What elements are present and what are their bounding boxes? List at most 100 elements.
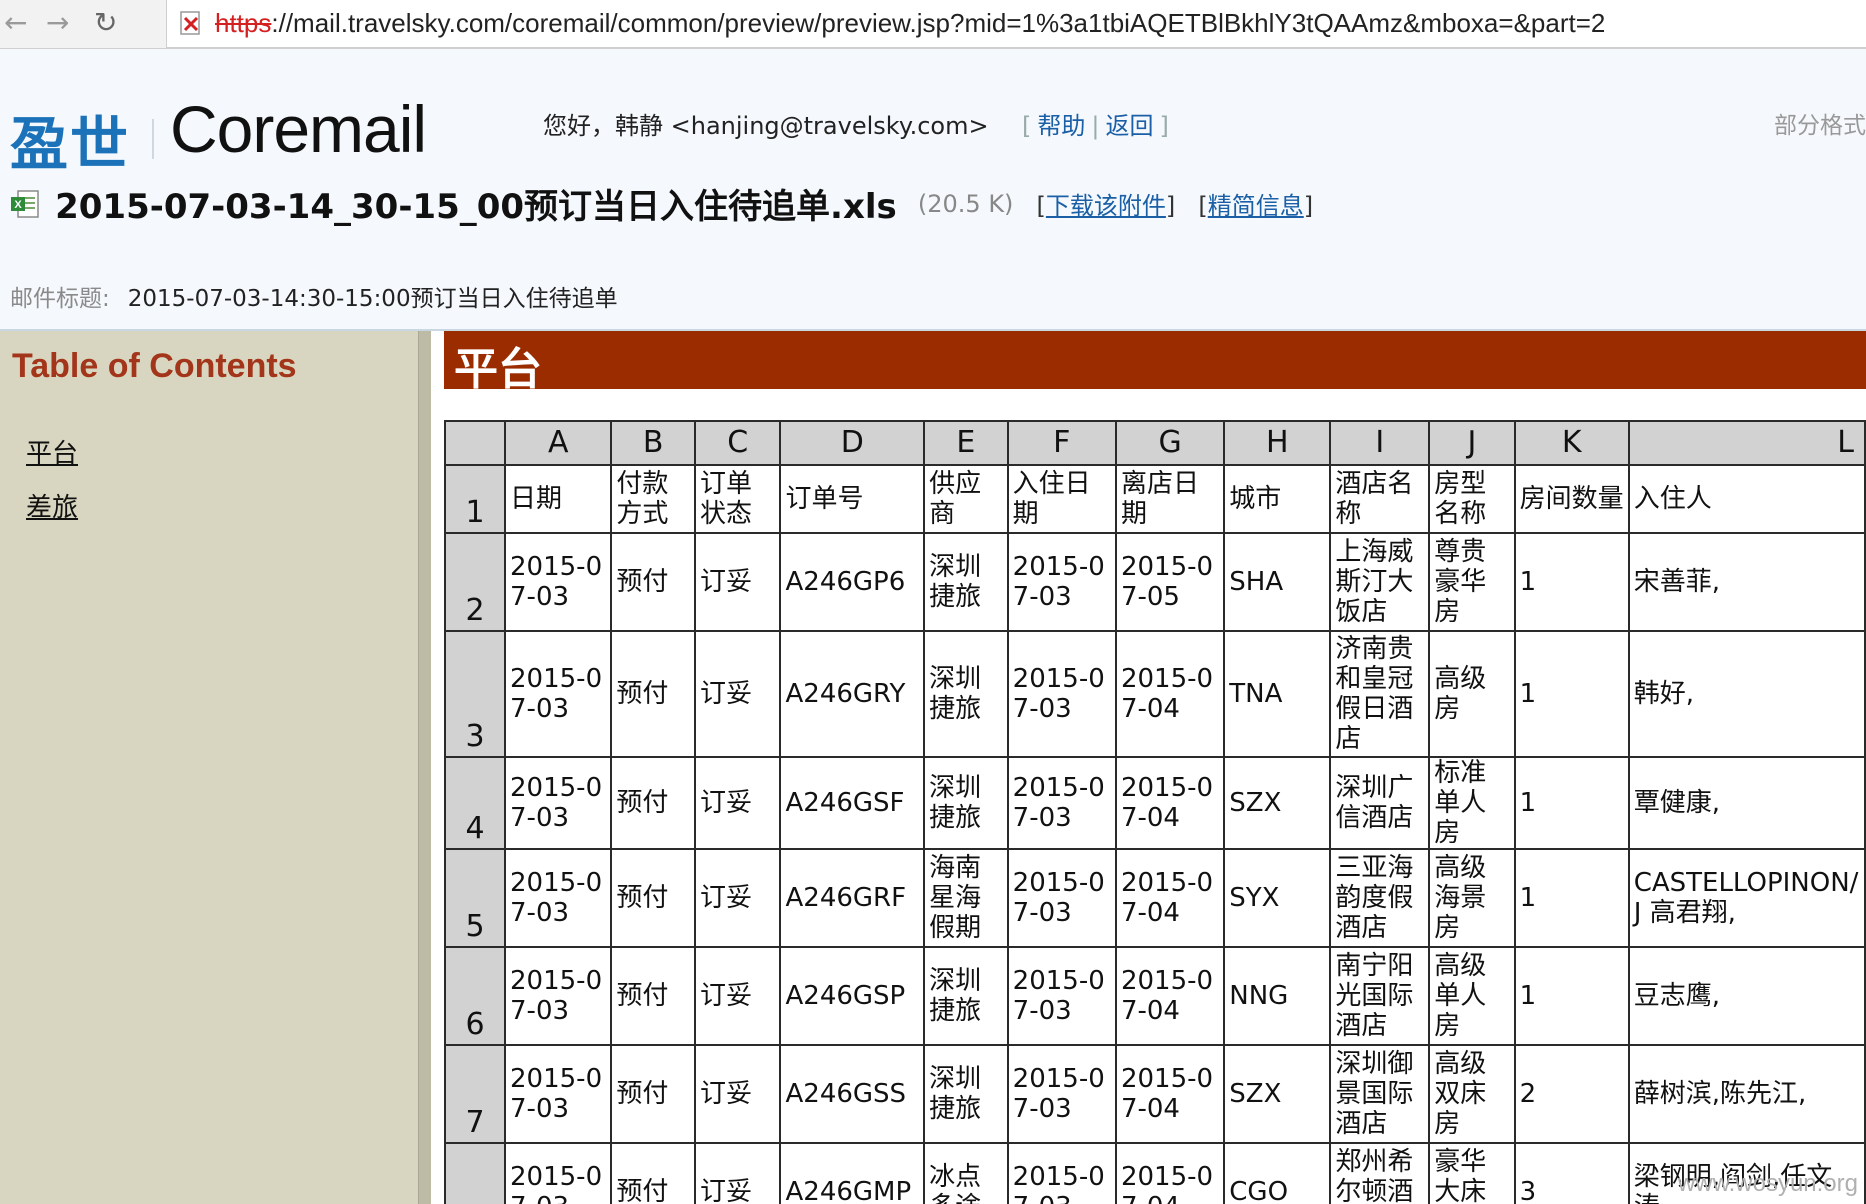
table-cell[interactable]: 郑州希尔顿酒店: [1329, 1142, 1431, 1204]
table-cell[interactable]: 2015-07-03: [1006, 946, 1117, 1046]
table-cell[interactable]: 2015-07-03: [1006, 532, 1117, 632]
table-cell[interactable]: 海南星海假期: [923, 848, 1009, 948]
back-icon[interactable]: ←: [4, 6, 27, 39]
table-cell[interactable]: 2015-07-03: [504, 1142, 613, 1204]
table-cell[interactable]: 2015-07-04: [1114, 848, 1226, 948]
table-cell[interactable]: CASTELLOPINON/J 高君翔,: [1627, 848, 1866, 948]
table-cell[interactable]: 预付: [610, 848, 696, 948]
table-cell[interactable]: A246GSP: [779, 946, 926, 1046]
table-cell[interactable]: 深圳捷旅: [923, 1044, 1009, 1144]
table-cell[interactable]: 2015-07-04: [1114, 756, 1226, 850]
table-cell[interactable]: 豆志鹰,: [1627, 946, 1866, 1046]
table-cell[interactable]: 2015-07-03: [1006, 630, 1117, 758]
table-cell[interactable]: SYX: [1223, 848, 1332, 948]
table-cell[interactable]: 高级双床房: [1428, 1044, 1516, 1144]
table-cell[interactable]: 订妥: [693, 756, 782, 850]
table-cell[interactable]: A246GSF: [779, 756, 926, 850]
table-cell[interactable]: 预付: [610, 756, 696, 850]
table-cell[interactable]: SZX: [1223, 756, 1332, 850]
table-cell[interactable]: 入住日期: [1006, 464, 1117, 534]
table-cell[interactable]: 高级海景房: [1428, 848, 1516, 948]
table-cell[interactable]: 订妥: [693, 630, 782, 758]
table-cell[interactable]: A246GRY: [779, 630, 926, 758]
table-cell[interactable]: 2015-07-03: [504, 946, 613, 1046]
table-cell[interactable]: 酒店名称: [1329, 464, 1431, 534]
table-cell[interactable]: 2015-07-05: [1114, 532, 1226, 632]
table-cell[interactable]: 1: [1513, 630, 1630, 758]
table-cell[interactable]: 冰点多途: [923, 1142, 1009, 1204]
table-cell[interactable]: 2015-07-03: [504, 1044, 613, 1144]
table-cell[interactable]: 2015-07-03: [1006, 756, 1117, 850]
forward-icon[interactable]: →: [46, 6, 69, 39]
table-cell[interactable]: 入住人: [1627, 464, 1866, 534]
table-cell[interactable]: 深圳广信酒店: [1329, 756, 1431, 850]
table-cell[interactable]: 离店日期: [1114, 464, 1226, 534]
address-bar[interactable]: https://mail.travelsky.com/coremail/comm…: [166, 0, 1866, 48]
table-cell[interactable]: 2: [1513, 1044, 1630, 1144]
table-cell[interactable]: 尊贵豪华房: [1428, 532, 1516, 632]
table-cell[interactable]: CGO: [1223, 1142, 1332, 1204]
table-cell[interactable]: 薛树滨,陈先江,: [1627, 1044, 1866, 1144]
table-cell[interactable]: 1: [1513, 848, 1630, 948]
table-cell[interactable]: 深圳御景国际酒店: [1329, 1044, 1431, 1144]
table-cell[interactable]: 预付: [610, 946, 696, 1046]
table-cell[interactable]: 城市: [1223, 464, 1332, 534]
table-cell[interactable]: 宋善菲,: [1627, 532, 1866, 632]
table-cell[interactable]: 1: [1513, 946, 1630, 1046]
table-cell[interactable]: 南宁阳光国际酒店: [1329, 946, 1431, 1046]
table-cell[interactable]: 付款方式: [610, 464, 696, 534]
table-cell[interactable]: 预付: [610, 630, 696, 758]
table-cell[interactable]: SZX: [1223, 1044, 1332, 1144]
table-cell[interactable]: 1: [1513, 756, 1630, 850]
download-attachment-link[interactable]: 下载该附件: [1046, 192, 1166, 220]
table-cell[interactable]: 1: [1513, 532, 1630, 632]
reload-icon[interactable]: ↻: [94, 6, 117, 39]
table-cell[interactable]: A246GRF: [779, 848, 926, 948]
brief-info-link[interactable]: 精简信息: [1208, 192, 1304, 220]
table-cell[interactable]: 三亚海韵度假酒店: [1329, 848, 1431, 948]
toc-splitter[interactable]: [418, 331, 431, 1204]
toc-item-business-travel[interactable]: 差旅: [26, 487, 78, 524]
table-cell[interactable]: 济南贵和皇冠假日酒店: [1329, 630, 1431, 758]
table-cell[interactable]: 标准单人房: [1428, 756, 1516, 850]
table-cell[interactable]: 深圳捷旅: [923, 756, 1009, 850]
table-cell[interactable]: 上海威斯汀大饭店: [1329, 532, 1431, 632]
table-cell[interactable]: 订妥: [693, 1044, 782, 1144]
table-cell[interactable]: A246GP6: [779, 532, 926, 632]
table-cell[interactable]: 深圳捷旅: [923, 532, 1009, 632]
table-cell[interactable]: 深圳捷旅: [923, 946, 1009, 1046]
table-cell[interactable]: 订单状态: [693, 464, 782, 534]
table-cell[interactable]: 预付: [610, 532, 696, 632]
table-cell[interactable]: 预付: [610, 1044, 696, 1144]
table-cell[interactable]: 2015-07-04: [1114, 1044, 1226, 1144]
table-cell[interactable]: 房型名称: [1428, 464, 1516, 534]
help-link[interactable]: 帮助: [1037, 112, 1085, 140]
table-cell[interactable]: 房间数量: [1513, 464, 1630, 534]
table-cell[interactable]: NNG: [1223, 946, 1332, 1046]
table-cell[interactable]: 订单号: [779, 464, 926, 534]
table-cell[interactable]: A246GSS: [779, 1044, 926, 1144]
table-cell[interactable]: TNA: [1223, 630, 1332, 758]
table-cell[interactable]: 2015-07-03: [1006, 848, 1117, 948]
table-cell[interactable]: 2015-07-03: [504, 630, 613, 758]
back-link[interactable]: 返回: [1105, 112, 1153, 140]
table-cell[interactable]: 3: [1513, 1142, 1630, 1204]
table-cell[interactable]: SHA: [1223, 532, 1332, 632]
table-cell[interactable]: 2015-07-04: [1114, 630, 1226, 758]
table-cell[interactable]: 预付: [610, 1142, 696, 1204]
table-cell[interactable]: A246GMP: [779, 1142, 926, 1204]
table-cell[interactable]: 2015-07-04: [1114, 1142, 1226, 1204]
table-cell[interactable]: 日期: [504, 464, 613, 534]
table-cell[interactable]: 订妥: [693, 532, 782, 632]
table-cell[interactable]: 2015-07-03: [1006, 1142, 1117, 1204]
table-cell[interactable]: 订妥: [693, 848, 782, 948]
table-cell[interactable]: 2015-07-03: [504, 848, 613, 948]
table-cell[interactable]: 2015-07-03: [1006, 1044, 1117, 1144]
table-cell[interactable]: 韩好,: [1627, 630, 1866, 758]
spreadsheet-viewport[interactable]: A B C D E F G H I J K L 1 日期 付款方式 订单状态 订单号 供应…: [444, 420, 1866, 1204]
table-cell[interactable]: 深圳捷旅: [923, 630, 1009, 758]
toc-item-platform[interactable]: 平台: [26, 433, 78, 470]
table-cell[interactable]: 2015-07-04: [1114, 946, 1226, 1046]
table-cell[interactable]: 豪华大床房: [1428, 1142, 1516, 1204]
table-cell[interactable]: 高级单人房: [1428, 946, 1516, 1046]
